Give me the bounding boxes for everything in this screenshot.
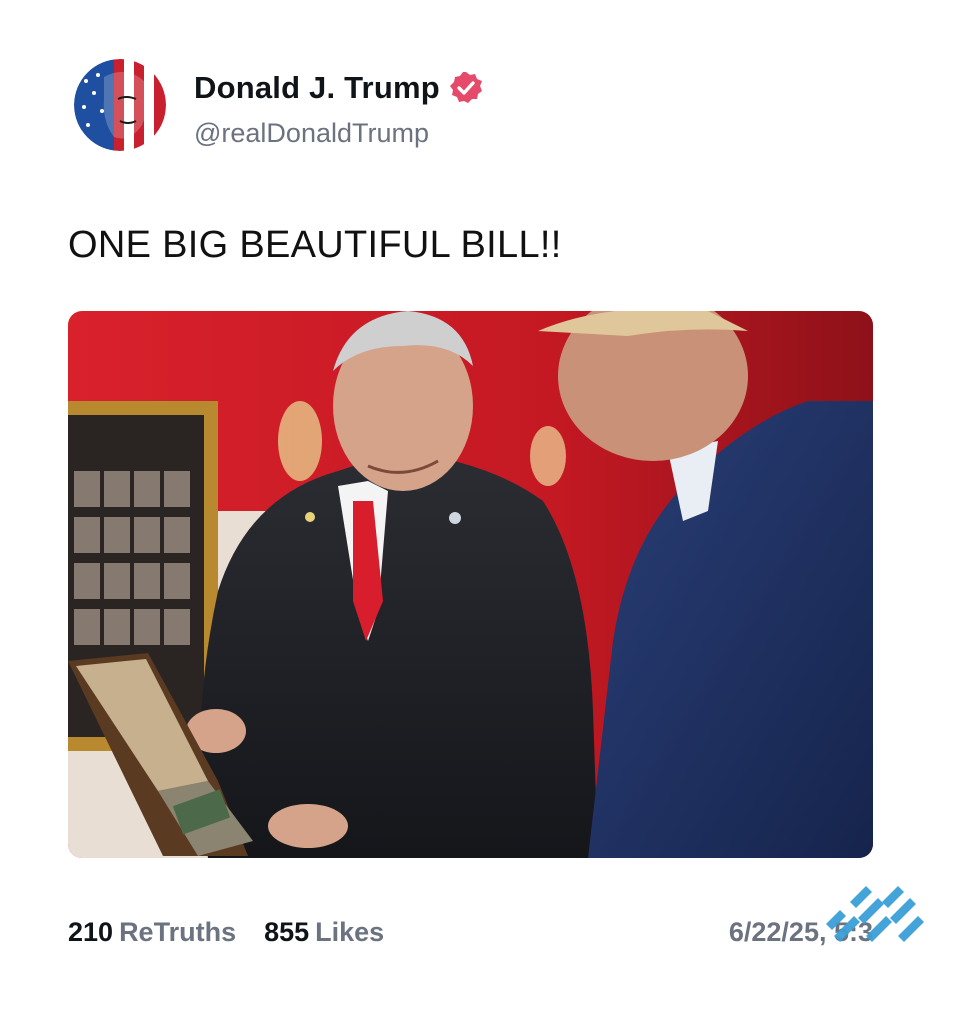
display-name[interactable]: Donald J. Trump — [194, 68, 440, 108]
logo-watermark-icon — [820, 884, 930, 950]
truth-post: Donald J. Trump @realDonaldTrump ONE BIG… — [0, 0, 970, 1024]
avatar-image — [74, 59, 166, 151]
likes-stat[interactable]: 855 Likes — [264, 912, 384, 952]
photo-image — [68, 311, 873, 858]
author-name-row[interactable]: Donald J. Trump — [194, 68, 484, 108]
retruths-count: 210 — [68, 917, 114, 947]
likes-count: 855 — [264, 917, 310, 947]
avatar[interactable] — [74, 59, 166, 151]
post-stats: 210 ReTruths 855 Likes — [68, 912, 384, 952]
verified-badge-icon — [448, 70, 484, 106]
post-photo[interactable] — [68, 311, 873, 858]
author-handle[interactable]: @realDonaldTrump — [194, 113, 429, 153]
retruths-label: ReTruths — [119, 917, 237, 947]
likes-label: Likes — [315, 917, 385, 947]
post-text: ONE BIG BEAUTIFUL BILL!! — [68, 224, 562, 266]
retruths-stat[interactable]: 210 ReTruths — [68, 912, 236, 952]
